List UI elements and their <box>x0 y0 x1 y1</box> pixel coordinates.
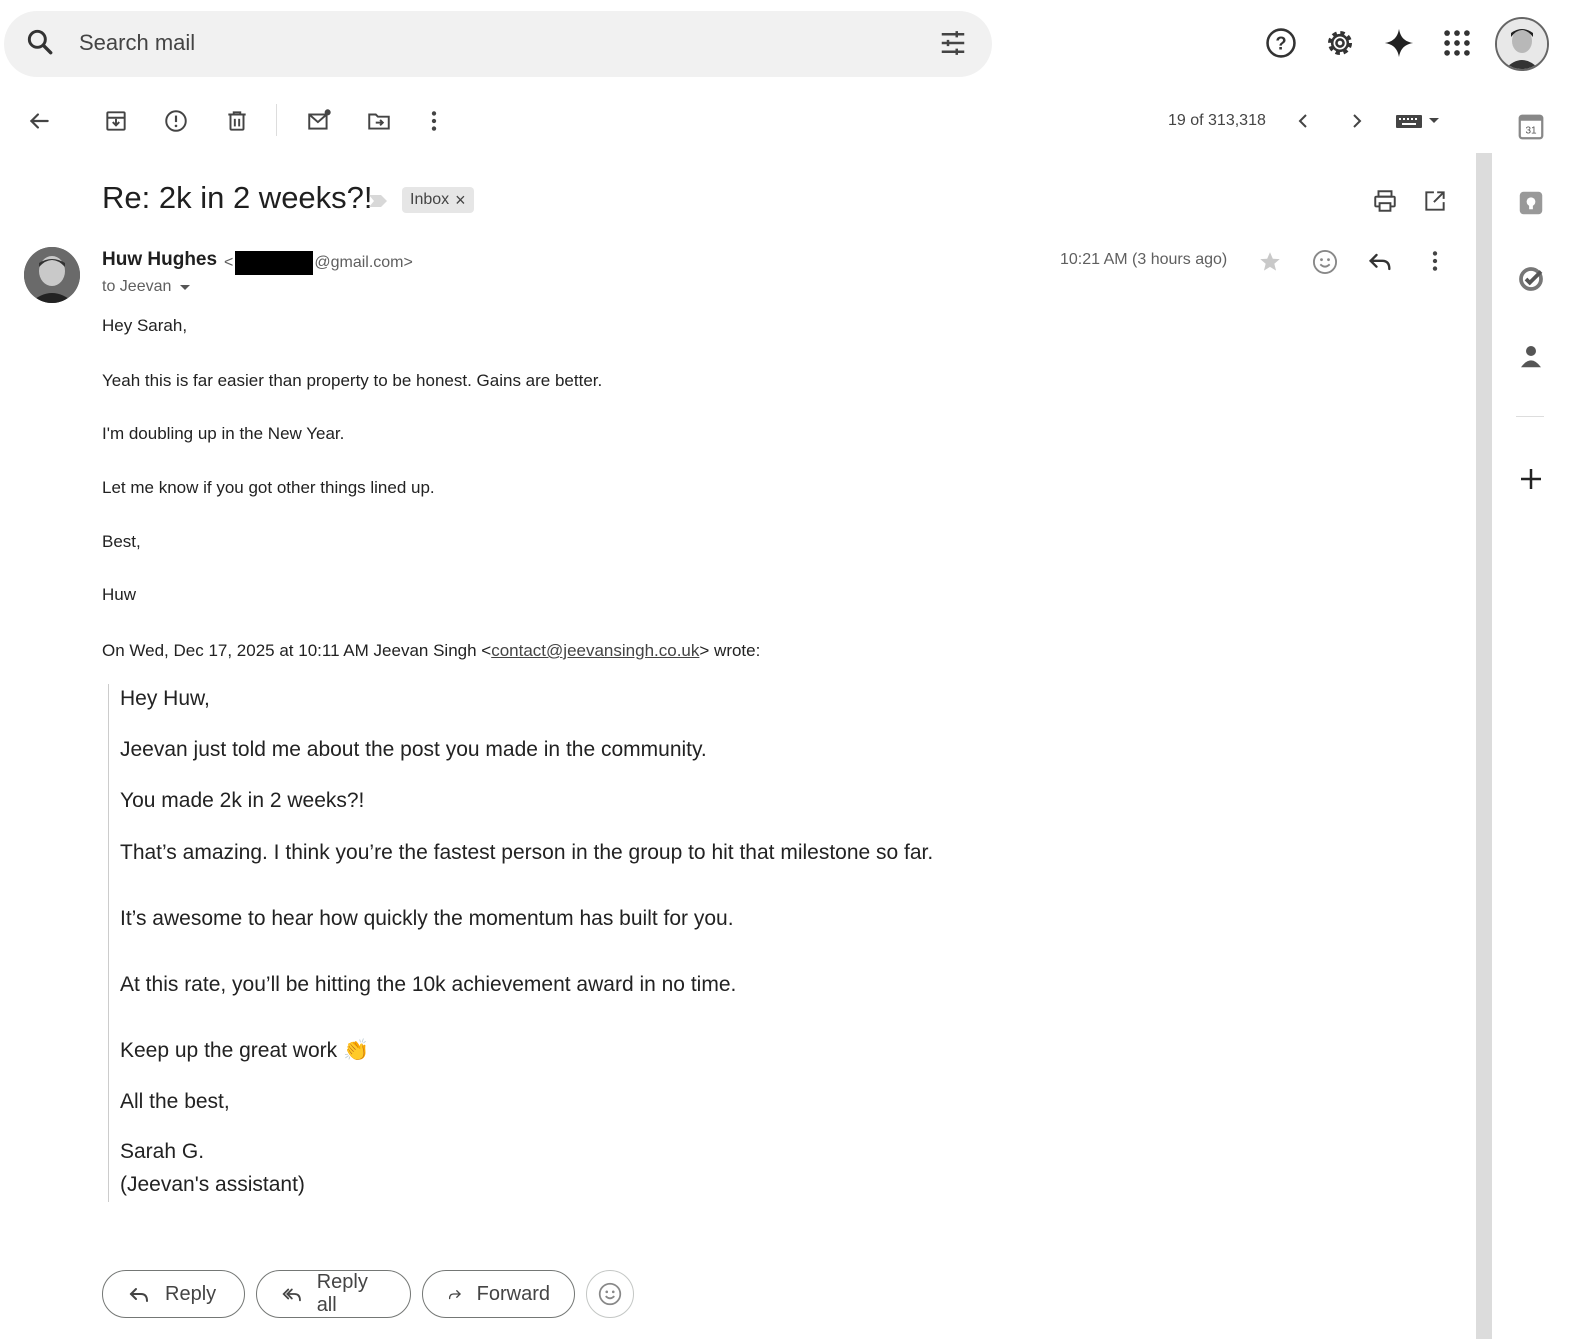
quoted-sender-email-link[interactable]: contact@jeevansingh.co.uk <box>491 641 699 660</box>
body-line: Best, <box>102 532 141 551</box>
print-icon[interactable] <box>1372 188 1398 214</box>
add-reaction-emoji-icon[interactable] <box>1311 248 1339 276</box>
more-vertical-icon[interactable] <box>421 108 447 134</box>
quoted-line: Jeevan just told me about the post you m… <box>120 738 707 761</box>
toolbar-divider <box>276 104 277 136</box>
recipient-details-dropdown-icon[interactable] <box>177 279 193 295</box>
forward-button[interactable]: Forward <box>422 1270 575 1318</box>
body-line: Let me know if you got other things line… <box>102 478 435 497</box>
emoji-reaction-button[interactable] <box>586 1270 634 1318</box>
quoted-line: That’s amazing. I think you’re the faste… <box>120 841 934 864</box>
reply-arrow-icon[interactable] <box>1366 248 1394 276</box>
reply-all-label: Reply all <box>316 1271 368 1316</box>
calendar-day-number: 31 <box>1525 125 1537 136</box>
quote-bar <box>108 684 109 1202</box>
quoted-line: All the best, <box>120 1090 230 1113</box>
add-addon-plus-icon[interactable] <box>1516 464 1546 494</box>
forward-label: Forward <box>476 1282 550 1305</box>
side-panel-divider <box>1516 416 1544 417</box>
recipient-text: to Jeevan <box>102 278 172 295</box>
email-timestamp: 10:21 AM (3 hours ago) <box>1060 251 1228 268</box>
quoted-line: Sarah G. <box>120 1140 205 1163</box>
importance-marker-icon[interactable] <box>366 191 390 211</box>
quoted-line: (Jeevan's assistant) <box>120 1173 305 1196</box>
sender-email-suffix: @gmail.com> <box>314 254 413 271</box>
sender-avatar[interactable] <box>24 247 80 303</box>
reply-all-icon <box>282 1288 301 1302</box>
quoted-line: You made 2k in 2 weeks?! <box>120 789 365 812</box>
gemini-sparkle-icon[interactable] <box>1382 26 1416 60</box>
archive-icon[interactable] <box>103 108 129 134</box>
quoted-line: It’s awesome to hear how quickly the mom… <box>120 907 734 930</box>
quote-attribution-prefix: On Wed, Dec 17, 2025 at 10:11 AM Jeevan … <box>102 641 492 660</box>
move-to-icon[interactable] <box>366 108 392 134</box>
reply-button[interactable]: Reply <box>102 1270 245 1318</box>
quoted-line: Keep up the great work 👏 <box>120 1039 370 1062</box>
message-more-vertical-icon[interactable] <box>1422 248 1448 274</box>
forward-icon <box>448 1290 461 1300</box>
star-icon[interactable] <box>1257 249 1283 275</box>
email-subject: Re: 2k in 2 weeks?! <box>102 180 373 215</box>
redaction-box <box>235 251 314 275</box>
reply-icon <box>129 1288 148 1302</box>
sender-name[interactable]: Huw Hughes <box>102 249 217 271</box>
emoji-icon <box>598 1282 622 1306</box>
newer-chevron-left-icon[interactable] <box>1291 108 1315 134</box>
body-line: I'm doubling up in the New Year. <box>102 424 345 443</box>
calendar-icon[interactable]: 31 <box>1516 112 1546 142</box>
message-counter: 19 of 313,318 <box>1168 112 1266 129</box>
quoted-line: Hey Huw, <box>120 687 210 710</box>
help-icon[interactable]: ? <box>1264 26 1298 60</box>
svg-text:?: ? <box>1275 32 1286 53</box>
recipient-line[interactable]: to Jeevan <box>102 278 193 296</box>
delete-trash-icon[interactable] <box>224 108 250 134</box>
quote-attribution-suffix: > wrote: <box>699 641 761 660</box>
open-in-new-window-icon[interactable] <box>1422 188 1448 214</box>
search-icon[interactable] <box>24 26 56 58</box>
reply-label: Reply <box>165 1282 217 1305</box>
body-line: Hey Sarah, <box>102 316 188 335</box>
remove-label-button[interactable]: × <box>455 187 466 213</box>
mark-unread-icon[interactable] <box>306 108 332 134</box>
tasks-icon[interactable] <box>1516 264 1546 294</box>
inbox-label-chip: Inbox × <box>402 187 474 213</box>
body-line: Huw <box>102 585 137 604</box>
report-spam-icon[interactable] <box>163 108 189 134</box>
quote-attribution: On Wed, Dec 17, 2025 at 10:11 AM Jeevan … <box>102 641 760 661</box>
settings-gear-icon[interactable] <box>1323 26 1357 60</box>
apps-grid-icon[interactable] <box>1440 26 1474 60</box>
search-input[interactable]: Search mail <box>79 30 195 56</box>
older-chevron-right-icon[interactable] <box>1345 108 1369 134</box>
input-tools-keyboard-icon[interactable] <box>1394 108 1444 134</box>
sender-email: < @gmail.com> <box>224 251 413 275</box>
reply-all-button[interactable]: Reply all <box>256 1270 411 1318</box>
label-text: Inbox <box>410 191 450 208</box>
contacts-icon[interactable] <box>1516 341 1546 371</box>
body-line: Yeah this is far easier than property to… <box>102 371 603 390</box>
back-arrow-icon[interactable] <box>26 108 52 134</box>
scrollbar[interactable] <box>1476 153 1492 1339</box>
keep-icon[interactable] <box>1516 188 1546 218</box>
search-options-icon[interactable] <box>938 28 968 58</box>
account-avatar[interactable] <box>1495 17 1549 71</box>
sender-email-prefix: < <box>224 254 234 271</box>
quoted-line: At this rate, you’ll be hitting the 10k … <box>120 973 737 996</box>
